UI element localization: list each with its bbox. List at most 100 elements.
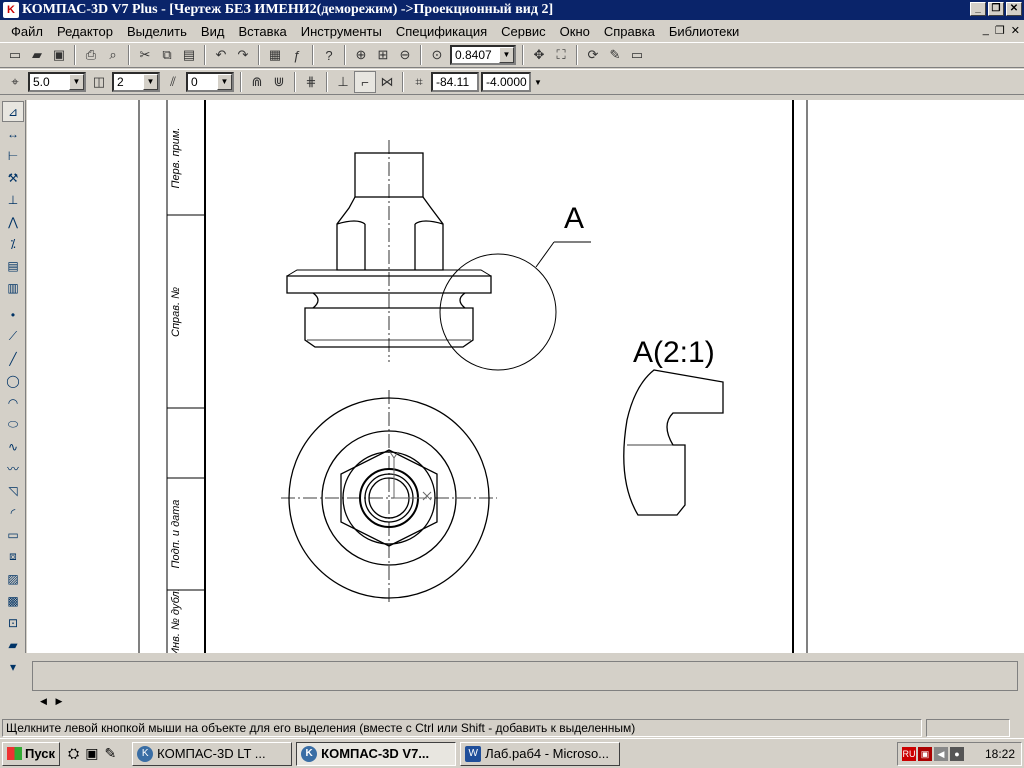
kompas-app-icon[interactable]: K xyxy=(3,2,19,18)
collect-contour-icon[interactable]: ⊡ xyxy=(2,612,24,633)
cursor-step-icon[interactable]: ⌖ xyxy=(4,71,26,93)
variables-icon[interactable]: ƒ xyxy=(286,44,308,66)
redo-icon[interactable]: ↷ xyxy=(232,44,254,66)
doc-minimize-icon[interactable]: _ xyxy=(983,24,989,37)
properties-field[interactable] xyxy=(32,661,1018,691)
network-icon[interactable]: ● xyxy=(950,747,964,761)
parametric-icon[interactable]: ⋈ xyxy=(376,71,398,93)
spec-panel-icon[interactable]: ▥ xyxy=(2,277,24,298)
macro-icon[interactable]: ▰ xyxy=(2,634,24,655)
coord-x-field[interactable]: -84.11 xyxy=(431,72,479,92)
language-icon[interactable]: RU xyxy=(902,747,916,761)
symbols-panel-icon[interactable]: ⊢ xyxy=(2,145,24,166)
point-icon[interactable]: • xyxy=(2,304,24,325)
task-kompas-lt[interactable]: K КОМПАС-3D LT ... xyxy=(132,741,293,766)
chevron-down-icon[interactable]: ▼ xyxy=(69,74,84,90)
print-preview-icon[interactable]: ⌕ xyxy=(102,44,124,66)
pan-icon[interactable]: ✥ xyxy=(528,44,550,66)
show-all-icon[interactable]: ⛶ xyxy=(550,44,572,66)
desktop-icon[interactable]: ⛭ xyxy=(68,745,79,762)
ellipse-icon[interactable]: ⬭ xyxy=(2,414,24,435)
chamfer-icon[interactable]: ◹ xyxy=(2,480,24,501)
grid-icon[interactable]: ⋕ xyxy=(300,71,322,93)
regenerate-icon[interactable]: ⟳ xyxy=(582,44,604,66)
view-icon[interactable]: ⫽ xyxy=(162,71,184,93)
layer-combo[interactable]: 2 ▼ xyxy=(112,72,160,92)
coord-y-field[interactable]: -4.0000 xyxy=(481,72,531,92)
chevron-down-icon[interactable]: ▼ xyxy=(534,78,542,87)
more-tools-icon[interactable]: ▾ xyxy=(2,656,24,677)
menu-specification[interactable]: Спецификация xyxy=(389,24,494,39)
new-document-icon[interactable]: ▭ xyxy=(4,44,26,66)
local-snap-icon[interactable]: ⋓ xyxy=(268,71,290,93)
menu-help[interactable]: Справка xyxy=(597,24,662,39)
auxiliary-line-icon[interactable]: ⟋ xyxy=(2,326,24,347)
volume-icon[interactable]: ◀ xyxy=(934,747,948,761)
snap-icon[interactable]: ⋒ xyxy=(246,71,268,93)
view-combo[interactable]: 0 ▼ xyxy=(186,72,234,92)
print-icon[interactable]: ⎙ xyxy=(80,44,102,66)
equidistant-icon[interactable]: ⧈ xyxy=(2,546,24,567)
menu-view[interactable]: Вид xyxy=(194,24,232,39)
measure-panel-icon[interactable]: ⋀ xyxy=(2,211,24,232)
zoom-combo[interactable]: 0.8407 ▼ xyxy=(450,45,516,65)
spline-icon[interactable]: ∿ xyxy=(2,436,24,457)
menu-editor[interactable]: Редактор xyxy=(50,24,120,39)
zoom-in-icon[interactable]: ⊕ xyxy=(350,44,372,66)
close-button[interactable]: ✕ xyxy=(1006,2,1022,16)
help-pointer-icon[interactable]: ? xyxy=(318,44,340,66)
layer-icon[interactable]: ◫ xyxy=(88,71,110,93)
chevron-down-icon[interactable]: ▼ xyxy=(217,74,232,90)
menu-select[interactable]: Выделить xyxy=(120,24,194,39)
menu-file[interactable]: Файл xyxy=(4,24,50,39)
edit-panel-icon[interactable]: ⚒ xyxy=(2,167,24,188)
menu-insert[interactable]: Вставка xyxy=(231,24,293,39)
doc-close-icon[interactable]: ✕ xyxy=(1011,24,1020,37)
undo-icon[interactable]: ↶ xyxy=(210,44,232,66)
paste-icon[interactable]: ▤ xyxy=(178,44,200,66)
menu-service[interactable]: Сервис xyxy=(494,24,553,39)
polyline-icon[interactable]: 〰 xyxy=(2,458,24,479)
zoom-window-icon[interactable]: ⊞ xyxy=(372,44,394,66)
circle-icon[interactable]: ◯ xyxy=(2,370,24,391)
start-button[interactable]: Пуск xyxy=(2,741,60,766)
task-word[interactable]: W Лаб.раб4 - Microso... xyxy=(460,741,621,766)
ortho-mode-icon[interactable]: ⌐ xyxy=(354,71,376,93)
local-cs-icon[interactable]: ⊥ xyxy=(332,71,354,93)
task-kompas-v7[interactable]: K КОМПАС-3D V7... xyxy=(296,741,457,766)
zoom-out-icon[interactable]: ⊖ xyxy=(394,44,416,66)
chevron-down-icon[interactable]: ▼ xyxy=(499,47,514,63)
hatch-icon[interactable]: ▨ xyxy=(2,568,24,589)
minimize-button[interactable]: _ xyxy=(970,2,986,16)
step-combo[interactable]: 5.0 ▼ xyxy=(28,72,86,92)
doc-restore-icon[interactable]: ❐ xyxy=(995,24,1005,37)
select-panel-icon[interactable]: ⁒ xyxy=(2,233,24,254)
copy-icon[interactable]: ⧉ xyxy=(156,44,178,66)
save-icon[interactable]: ▣ xyxy=(48,44,70,66)
parametrization-panel-icon[interactable]: ⊥ xyxy=(2,189,24,210)
tray-app-icon[interactable]: ▣ xyxy=(918,747,932,761)
restore-button[interactable]: ❐ xyxy=(988,2,1004,16)
nav-left-icon[interactable]: ◀ xyxy=(40,696,47,706)
fill-icon[interactable]: ▩ xyxy=(2,590,24,611)
properties-icon[interactable]: ✎ xyxy=(604,44,626,66)
pencil-icon[interactable]: ✎ xyxy=(104,745,116,762)
library-manager-icon[interactable]: ▦ xyxy=(264,44,286,66)
geometry-panel-icon[interactable]: ⊿ xyxy=(2,101,24,122)
zoom-scale-icon[interactable]: ⊙ xyxy=(426,44,448,66)
nav-right-icon[interactable]: ▶ xyxy=(55,696,62,706)
associative-views-icon[interactable]: ▤ xyxy=(2,255,24,276)
fillet-icon[interactable]: ◜ xyxy=(2,502,24,523)
chevron-down-icon[interactable]: ▼ xyxy=(143,74,158,90)
menu-tools[interactable]: Инструменты xyxy=(294,24,389,39)
segment-icon[interactable]: ╱ xyxy=(2,348,24,369)
display-mode-icon[interactable]: ▭ xyxy=(626,44,648,66)
drawing-canvas[interactable]: Перв. прим. Справ. № Подп. и дата Инв. №… xyxy=(27,100,1024,653)
menu-window[interactable]: Окно xyxy=(553,24,597,39)
menu-libraries[interactable]: Библиотеки xyxy=(662,24,746,39)
rectangle-icon[interactable]: ▭ xyxy=(2,524,24,545)
open-folder-icon[interactable]: ▰ xyxy=(26,44,48,66)
explorer-icon[interactable]: ▣ xyxy=(85,745,98,762)
arc-icon[interactable]: ◠ xyxy=(2,392,24,413)
cut-icon[interactable]: ✂ xyxy=(134,44,156,66)
